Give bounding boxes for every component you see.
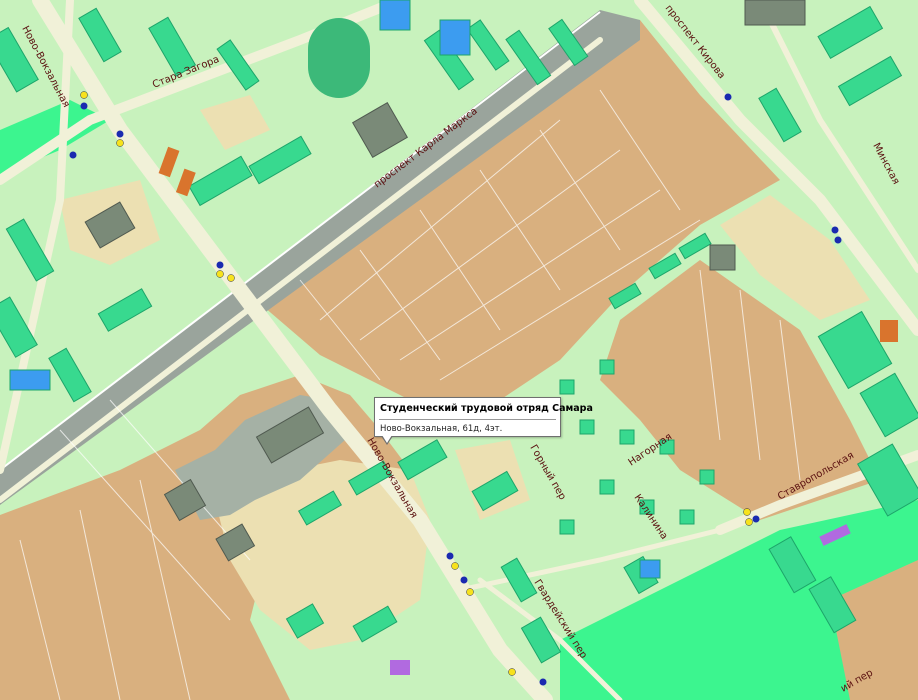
building-purple-2 <box>390 660 410 675</box>
building-orange-3 <box>880 320 898 342</box>
popup-separator <box>379 419 556 420</box>
map-canvas[interactable]: Ново-Вокзальная Стара Загора проспект Ка… <box>0 0 918 700</box>
popup-title: Студенческий трудовой отряд Самара <box>380 403 593 414</box>
popup-pointer-inner <box>382 435 392 443</box>
stadium <box>308 18 370 98</box>
popup-address: Ново-Вокзальная, 61д, 4эт. <box>380 424 503 434</box>
place-popup[interactable]: Студенческий трудовой отряд Самара Ново-… <box>374 397 593 437</box>
